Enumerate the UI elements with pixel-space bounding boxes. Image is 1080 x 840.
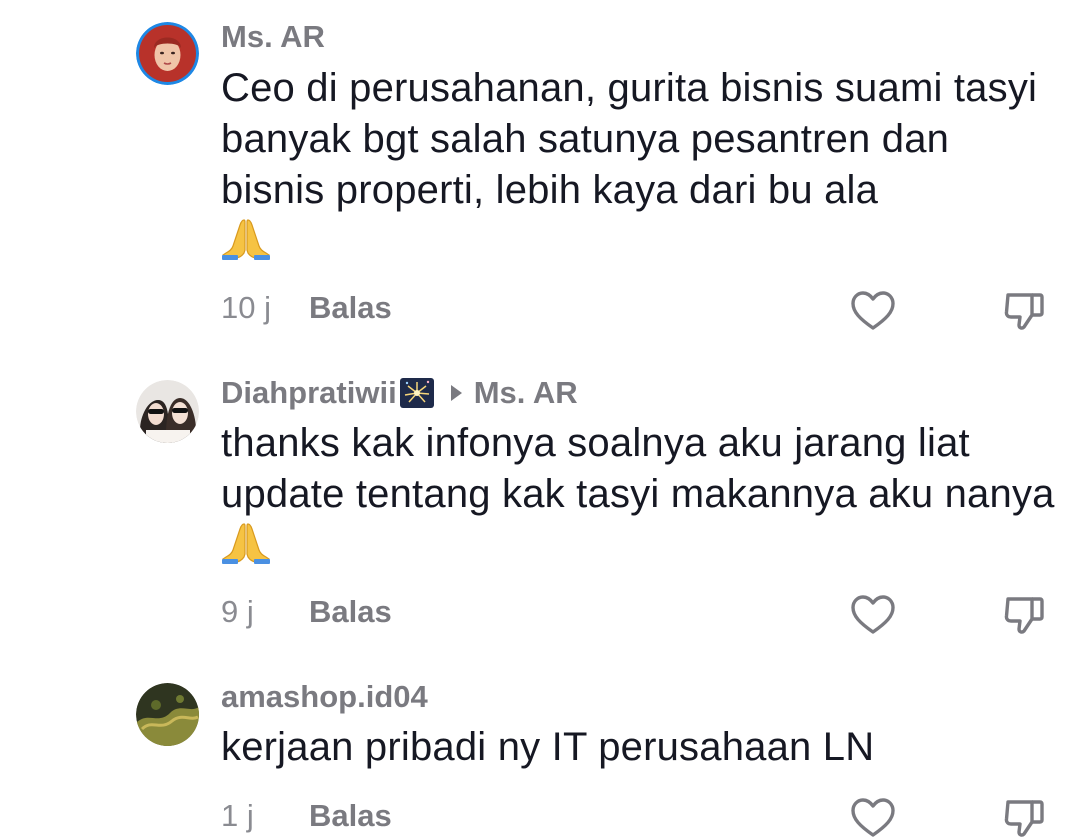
avatar[interactable] (136, 380, 199, 443)
avatar[interactable] (136, 683, 199, 746)
comment-meta: 10 j Balas (221, 288, 392, 328)
praying-hands-icon (221, 216, 271, 260)
comment-meta: 9 j Balas (221, 592, 392, 632)
reply-button[interactable]: Balas (309, 798, 392, 834)
comment-username-row: Ms. AR (221, 17, 325, 57)
comment-time: 9 j (221, 594, 254, 629)
username[interactable]: Diahpratiwii (221, 375, 397, 411)
comment-text: kerjaan pribadi ny IT perusahaan LN (221, 722, 1061, 773)
comment-username-row: Diahpratiwii Ms. AR (221, 373, 578, 413)
heart-outline-icon[interactable] (850, 290, 896, 332)
avatar[interactable] (136, 22, 199, 85)
comment-meta: 1 j Balas (221, 796, 392, 836)
comment-username-row: amashop.id04 (221, 677, 428, 717)
heart-outline-icon[interactable] (850, 594, 896, 636)
praying-hands-icon (221, 520, 271, 564)
thumbs-down-outline-icon[interactable] (1002, 796, 1046, 840)
reply-to-username[interactable]: Ms. AR (474, 375, 578, 411)
reply-button[interactable]: Balas (309, 290, 392, 326)
comment-text: Ceo di perusahanan, gurita bisnis suami … (221, 63, 1061, 267)
thumbs-down-outline-icon[interactable] (1002, 593, 1046, 637)
username[interactable]: Ms. AR (221, 19, 325, 55)
reply-button[interactable]: Balas (309, 594, 392, 630)
comment-text-content: kerjaan pribadi ny IT perusahaan LN (221, 725, 875, 769)
username[interactable]: amashop.id04 (221, 679, 428, 715)
comment-time: 1 j (221, 798, 254, 833)
comment-text: thanks kak infonya soalnya aku jarang li… (221, 418, 1061, 571)
comment-text-content: thanks kak infonya soalnya aku jarang li… (221, 421, 1055, 516)
sparkler-fireworks-icon (399, 378, 434, 408)
comment-time: 10 j (221, 290, 271, 325)
reply-arrow-icon (450, 385, 462, 401)
comment-text-content: Ceo di perusahanan, gurita bisnis suami … (221, 66, 1038, 212)
thumbs-down-outline-icon[interactable] (1002, 289, 1046, 333)
